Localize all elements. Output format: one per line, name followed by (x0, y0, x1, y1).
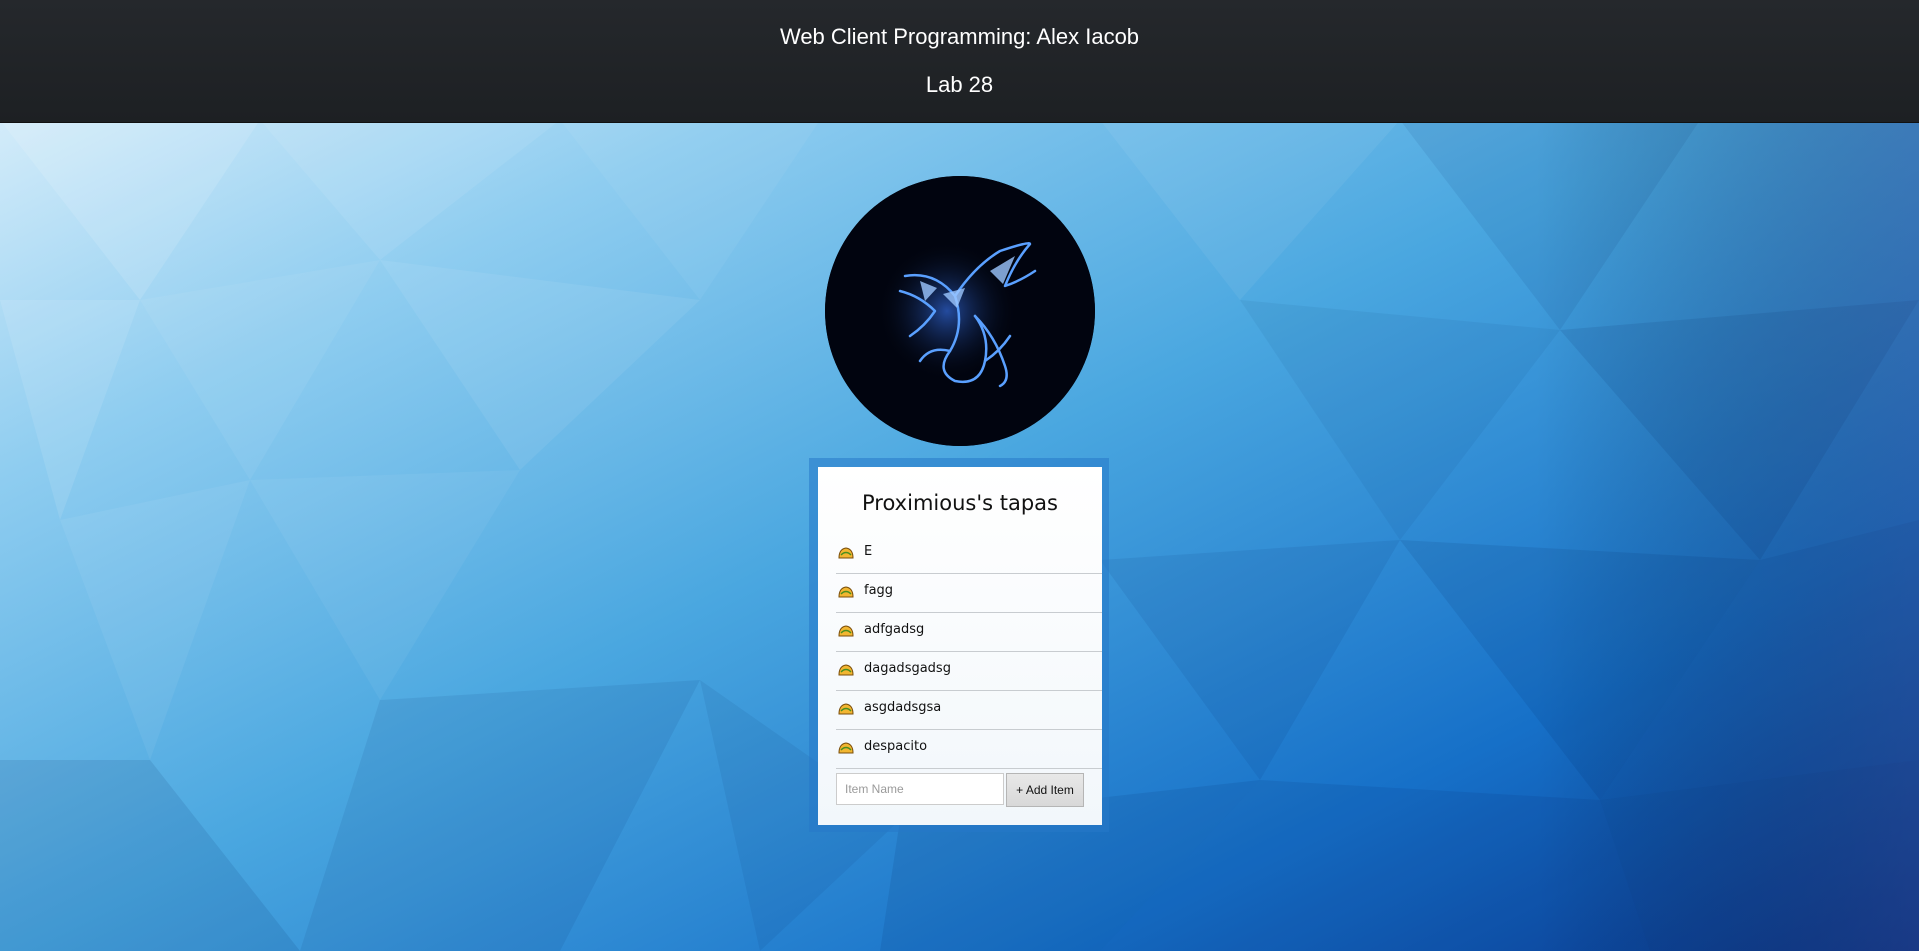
card-title: Proximious's tapas (862, 491, 1058, 515)
blue-dragon-icon (825, 176, 1095, 446)
add-item-row: + Add Item (836, 773, 1102, 807)
item-name-input[interactable] (836, 773, 1004, 805)
page-title: Web Client Programming: Alex Iacob (779, 24, 1140, 49)
list-item: dagadsgadsg (836, 652, 1102, 691)
list-item: fagg (836, 574, 1102, 613)
page-header: Web Client Programming: Alex Iacob Lab 2… (0, 0, 1919, 123)
list-item: E (836, 535, 1102, 574)
taco-icon (838, 703, 854, 715)
list-item: asgdadsgsa (836, 691, 1102, 730)
tapas-list: E fagg adfgadsg dagadsgadsg asgdadsgsa d… (836, 535, 1102, 769)
avatar (825, 176, 1095, 446)
tapas-card: Proximious's tapas E fagg adfgadsg dagad… (818, 467, 1102, 825)
list-item-label: dagadsgadsg (864, 661, 951, 676)
page-subtitle: Lab 28 (925, 72, 994, 97)
list-item-label: fagg (864, 583, 894, 598)
page: Web Client Programming: Alex Iacob Lab 2… (0, 0, 1919, 951)
taco-icon (838, 742, 854, 754)
list-item-label: adfgadsg (864, 622, 925, 637)
add-item-button[interactable]: + Add Item (1006, 773, 1084, 807)
taco-icon (838, 586, 854, 598)
list-item-label: E (864, 544, 873, 559)
taco-icon (838, 664, 854, 676)
list-item: adfgadsg (836, 613, 1102, 652)
list-item: despacito (836, 730, 1102, 769)
list-item-label: despacito (864, 739, 928, 754)
taco-icon (838, 547, 854, 559)
tapas-card-frame: Proximious's tapas E fagg adfgadsg dagad… (809, 458, 1109, 832)
list-item-label: asgdadsgsa (864, 700, 942, 715)
taco-icon (838, 625, 854, 637)
